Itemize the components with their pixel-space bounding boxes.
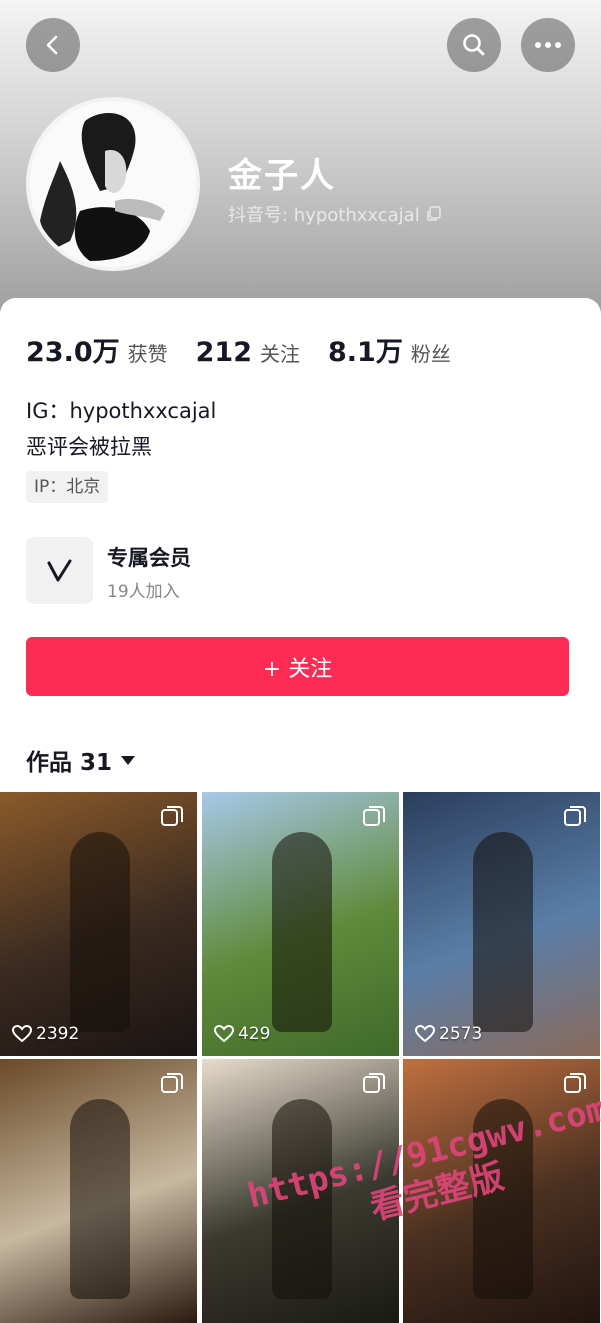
video-like-count: 429 — [214, 1024, 270, 1044]
fans-label[interactable]: 粉丝 — [411, 338, 451, 367]
follow-button-label: + 关注 — [262, 656, 333, 682]
video-thumbnail-figure — [473, 832, 533, 1032]
search-button[interactable] — [447, 18, 501, 72]
member-title[interactable]: 专属会员 — [107, 542, 191, 572]
search-icon — [463, 34, 485, 56]
following-label[interactable]: 关注 — [260, 338, 300, 367]
video-like-number: 2392 — [36, 1024, 80, 1044]
more-dots-icon — [535, 42, 561, 48]
video-tile[interactable]: 2392 — [0, 792, 197, 1056]
multi-image-icon — [363, 1073, 385, 1093]
vip-v-icon — [47, 559, 71, 581]
copy-icon[interactable] — [426, 206, 442, 222]
video-thumbnail-figure — [272, 832, 332, 1032]
member-badge[interactable] — [26, 537, 93, 604]
profile-name: 金子人 — [228, 156, 336, 196]
video-like-number: 429 — [238, 1024, 271, 1044]
multi-image-icon — [161, 806, 183, 826]
video-thumbnail-figure — [70, 832, 130, 1032]
multi-image-icon — [564, 806, 586, 826]
likes-label: 获赞 — [127, 342, 168, 366]
caret-down-icon — [121, 756, 136, 765]
multi-image-icon — [161, 1073, 183, 1093]
heart-icon — [12, 1025, 32, 1043]
works-tab[interactable]: 作品 31 — [26, 743, 136, 777]
more-button[interactable] — [521, 18, 575, 72]
bio-line-ig: IG：hypothxxcajal — [26, 399, 217, 423]
bio-line-note: 恶评会被拉黑 — [26, 435, 152, 459]
douyin-id[interactable]: 抖音号: hypothxxcajal — [228, 201, 442, 227]
follow-button[interactable]: + 关注 — [26, 637, 569, 696]
ip-location-tag: IP：北京 — [26, 471, 109, 503]
video-thumbnail-figure — [70, 1099, 130, 1299]
multi-image-icon — [363, 806, 385, 826]
heart-icon — [214, 1025, 234, 1043]
video-tile[interactable]: 2573 — [403, 792, 600, 1056]
back-arrow-icon — [46, 35, 58, 55]
video-like-number: 2573 — [439, 1024, 483, 1044]
works-label: 作品 31 — [26, 750, 113, 776]
likes-count: 23.0万 — [26, 337, 120, 368]
avatar[interactable] — [26, 97, 200, 271]
multi-image-icon — [564, 1073, 586, 1093]
douyin-id-text: 抖音号: hypothxxcajal — [228, 205, 420, 226]
back-button[interactable] — [26, 18, 80, 72]
stats-row: 23.0万 获赞 212 关注 8.1万 粉丝 — [26, 330, 479, 369]
member-count: 19人加入 — [107, 582, 180, 602]
avatar-photo — [30, 101, 196, 267]
heart-icon — [415, 1025, 435, 1043]
fans-count[interactable]: 8.1万 — [328, 330, 403, 369]
video-tile[interactable]: 429 — [202, 792, 399, 1056]
video-tile[interactable] — [0, 1059, 197, 1323]
following-count[interactable]: 212 — [196, 337, 252, 368]
video-like-count: 2392 — [12, 1024, 79, 1044]
video-like-count: 2573 — [415, 1024, 482, 1044]
